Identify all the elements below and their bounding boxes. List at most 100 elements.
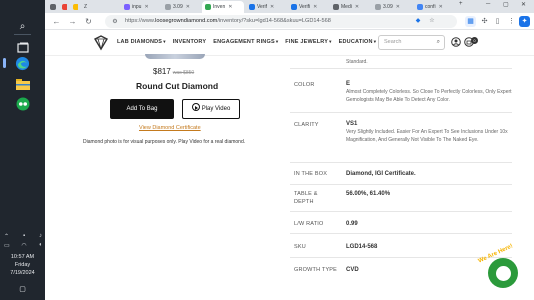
- taskbar: ⌕ ⌃ ▪ ♪ ▭ ◠ ◖ 10:57 AM Friday 7/19/2024 …: [0, 0, 45, 300]
- search-placeholder: Search: [384, 39, 402, 45]
- nav-inventory[interactable]: INVENTORY: [173, 39, 207, 45]
- tab-strip: Z inpu ✕ 3.09 ✕ Inven ✕ Verif ✕ Verifi ✕ Medi…: [45, 0, 534, 13]
- share-icon[interactable]: ◆: [413, 16, 423, 26]
- chevron-up-icon[interactable]: ⌃: [4, 233, 9, 240]
- close-icon[interactable]: ✕: [396, 4, 400, 10]
- tab-pinned-1[interactable]: [59, 1, 67, 13]
- active-indicator: [3, 58, 6, 68]
- tab-label: inpu: [132, 4, 142, 10]
- nav-engagement-rings[interactable]: ENGAGEMENT RINGS▾: [213, 39, 278, 45]
- photo-disclaimer: Diamond photo is for visual purposes onl…: [83, 139, 246, 145]
- spec-value: VS1: [346, 121, 358, 127]
- site-info-icon[interactable]: ⚙: [110, 17, 120, 27]
- tab-pinned-3[interactable]: Z: [81, 1, 91, 13]
- spec-label: COLOR: [294, 82, 315, 88]
- close-icon[interactable]: ✕: [186, 4, 190, 10]
- minimize-button[interactable]: ─: [486, 1, 490, 7]
- chat-bubble-icon: [495, 265, 511, 281]
- network-icon[interactable]: ▪: [23, 233, 25, 240]
- clock-time[interactable]: 10:57 AM: [0, 254, 45, 261]
- nav-label: INVENTORY: [172, 39, 207, 45]
- sidebar-icon[interactable]: ▯: [492, 16, 503, 27]
- tab-label: Verifi: [299, 4, 311, 10]
- chat-button[interactable]: [488, 258, 518, 288]
- tab-favicon: [291, 4, 297, 10]
- spec-value: Diamond, IGI Certificate.: [346, 171, 416, 177]
- nav-fine-jewelry[interactable]: FINE JEWELRY▾: [285, 39, 331, 45]
- tab-309-a[interactable]: 3.09 ✕: [162, 1, 200, 13]
- more-menu-icon[interactable]: ⋮: [506, 16, 517, 27]
- tab-verif-b[interactable]: Verifi ✕: [288, 1, 328, 13]
- spec-row-in-the-box: IN THE BOX Diamond, IGI Certificate.: [290, 163, 512, 185]
- browser-toolbar: ← → ↻ ⚙ https://www.loosegrowndiamond.co…: [45, 13, 534, 30]
- close-icon[interactable]: ✕: [144, 4, 148, 10]
- play-video-label: Play Video: [201, 106, 231, 112]
- spec-label: L/W RATIO: [294, 221, 324, 227]
- extensions-puzzle-icon[interactable]: ✣: [479, 16, 490, 27]
- play-video-button[interactable]: Play Video: [182, 99, 240, 119]
- add-to-bag-button[interactable]: Add To Bag: [110, 99, 174, 119]
- account-icon[interactable]: [450, 37, 461, 48]
- close-window-button[interactable]: ✕: [521, 1, 526, 8]
- nav-label: LAB DIAMONDS: [117, 39, 163, 45]
- spec-row-sku: SKU LGD14-568: [290, 234, 512, 258]
- bookmark-star-icon[interactable]: ☆: [427, 16, 437, 26]
- nav-lab-diamonds[interactable]: LAB DIAMONDS▾: [117, 39, 166, 45]
- spec-label: SKU: [294, 244, 306, 250]
- nav-label: EDUCATION: [338, 39, 373, 45]
- close-icon[interactable]: ✕: [355, 4, 359, 10]
- search-input[interactable]: Search ⌕: [378, 35, 445, 50]
- tab-confi[interactable]: confi ✕: [414, 1, 454, 13]
- site-header: LAB DIAMONDS▾ INVENTORY ENGAGEMENT RINGS…: [45, 30, 534, 56]
- maximize-button[interactable]: ▢: [503, 1, 509, 8]
- close-icon[interactable]: ✕: [439, 4, 443, 10]
- tab-pinned-2[interactable]: [70, 1, 78, 13]
- view-certificate-link[interactable]: View Diamond Certificate: [139, 125, 201, 131]
- tab-actions-icon[interactable]: [47, 1, 57, 13]
- tab-verif-a[interactable]: Verif ✕: [246, 1, 286, 13]
- tab-favicon: [417, 4, 423, 10]
- forward-arrow-icon[interactable]: →: [67, 16, 78, 27]
- url-domain: loosegrowndiamond.com: [155, 18, 218, 24]
- address-bar[interactable]: ⚙ https://www.loosegrowndiamond.com/inve…: [105, 15, 457, 28]
- chevron-down-icon: ▾: [329, 39, 332, 44]
- reload-icon[interactable]: ↻: [83, 16, 94, 27]
- tab-medi[interactable]: Medi ✕: [330, 1, 370, 13]
- search-icon[interactable]: ⌕: [437, 36, 440, 49]
- tab-favicon: [375, 4, 381, 10]
- tab-inventory[interactable]: Inven ✕: [202, 1, 244, 13]
- spec-row-top: Standard.: [290, 56, 512, 69]
- spec-value: 0.99: [346, 221, 358, 227]
- brand-logo-icon[interactable]: [92, 35, 110, 51]
- current-price: $817: [153, 67, 171, 76]
- close-icon[interactable]: ✕: [313, 4, 317, 10]
- file-explorer-icon[interactable]: [13, 74, 32, 93]
- tab-309-b[interactable]: 3.09 ✕: [372, 1, 412, 13]
- close-icon[interactable]: ✕: [270, 4, 274, 10]
- system-tray-bottom: ▭ ◠ ◖: [4, 242, 42, 249]
- extension-icon[interactable]: ▦: [465, 16, 476, 27]
- volume-icon[interactable]: ♪: [39, 233, 42, 240]
- app-icon[interactable]: [13, 94, 32, 113]
- spec-value: E: [346, 81, 351, 87]
- spec-value: CVD: [346, 267, 359, 273]
- edge-browser-icon[interactable]: [13, 54, 32, 73]
- battery-icon[interactable]: ▭: [4, 242, 10, 249]
- new-tab-button[interactable]: +: [459, 1, 463, 7]
- notification-icon[interactable]: ▢: [0, 286, 45, 293]
- spec-row-lw-ratio: L/W RATIO 0.99: [290, 212, 512, 234]
- nav-education[interactable]: EDUCATION▾: [339, 39, 377, 45]
- spec-top-note: Standard.: [346, 59, 368, 65]
- windows-start-icon[interactable]: [15, 2, 29, 16]
- clock-day: Friday: [14, 262, 31, 268]
- wifi-icon[interactable]: ◠: [21, 242, 26, 249]
- old-price: was $850: [172, 70, 195, 76]
- back-arrow-icon[interactable]: ←: [51, 16, 62, 27]
- system-tray-top: ⌃ ▪ ♪: [4, 233, 42, 240]
- spec-value: 56.00%, 61.40%: [346, 191, 391, 197]
- play-icon: [191, 103, 200, 112]
- speaker-icon[interactable]: ◖: [38, 242, 42, 249]
- tab-inpu[interactable]: inpu ✕: [121, 1, 160, 13]
- copilot-icon[interactable]: ✦: [519, 16, 530, 27]
- close-icon[interactable]: ✕: [228, 4, 232, 10]
